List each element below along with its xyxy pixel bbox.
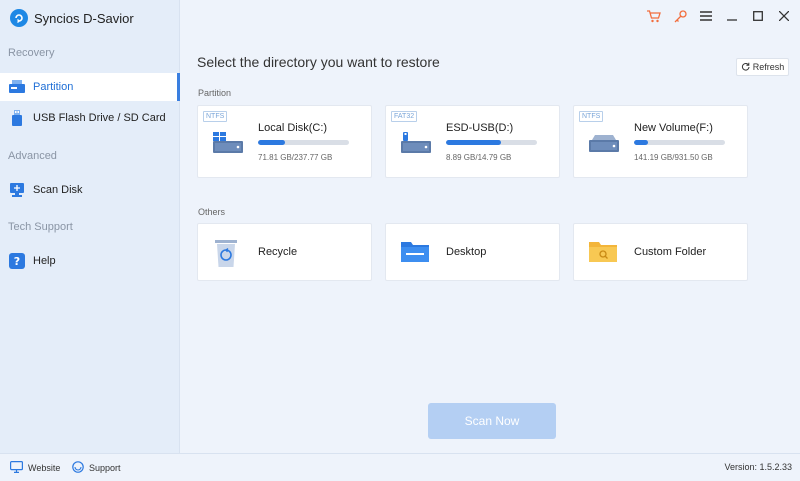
partition-size: 8.89 GB/14.79 GB	[446, 153, 512, 162]
sidebar: Syncios D-Savior Recovery Partition USB …	[0, 0, 180, 453]
refresh-icon	[741, 62, 750, 73]
cart-icon[interactable]	[646, 8, 662, 24]
usage-bar	[258, 140, 349, 145]
help-icon: ?	[9, 253, 25, 269]
windows-drive-icon	[213, 132, 243, 159]
usb-drive-icon	[401, 132, 431, 159]
sidebar-item-label: USB Flash Drive / SD Card	[33, 112, 166, 124]
partition-icon	[9, 79, 25, 95]
page-title: Select the directory you want to restore	[197, 54, 440, 70]
sidebar-item-label: Scan Disk	[33, 184, 83, 196]
support-link[interactable]: Support	[72, 461, 121, 475]
usage-bar-fill	[634, 140, 648, 145]
filesystem-badge: NTFS	[579, 111, 604, 122]
usage-bar-fill	[446, 140, 501, 145]
support-label: Support	[89, 463, 121, 473]
minimize-icon[interactable]	[724, 8, 740, 24]
other-card-desktop[interactable]: Desktop	[385, 223, 560, 281]
filesystem-badge: NTFS	[203, 111, 228, 122]
partition-card-c[interactable]: NTFS Local Disk(C:) 71.81 GB/237.77 GB	[197, 105, 372, 178]
scan-disk-icon	[9, 182, 25, 198]
sidebar-item-partition[interactable]: Partition	[0, 73, 180, 101]
sidebar-item-label: Help	[33, 255, 56, 267]
partition-name: New Volume(F:)	[634, 122, 713, 134]
others-group-label: Others	[198, 207, 226, 217]
other-name: Recycle	[258, 246, 298, 258]
refresh-button[interactable]: Refresh	[736, 58, 789, 76]
support-icon	[72, 461, 84, 475]
partition-name: Local Disk(C:)	[258, 122, 328, 134]
partition-card-d[interactable]: FAT32 ESD-USB(D:) 8.89 GB/14.79 GB	[385, 105, 560, 178]
partition-group-label: Partition	[198, 88, 232, 98]
monitor-icon	[10, 461, 24, 475]
app-title: Syncios D-Savior	[10, 8, 134, 28]
website-label: Website	[28, 463, 61, 473]
scan-now-button[interactable]: Scan Now	[428, 403, 556, 439]
filesystem-badge: FAT32	[391, 111, 418, 122]
version-text: Version: 1.5.2.33	[724, 462, 792, 472]
app-title-text: Syncios D-Savior	[34, 10, 134, 26]
svg-text:?: ?	[14, 255, 20, 268]
recycle-bin-icon	[213, 238, 239, 273]
hard-drive-icon	[589, 132, 619, 159]
partition-size: 71.81 GB/237.77 GB	[258, 153, 333, 162]
other-card-recycle[interactable]: Recycle	[197, 223, 372, 281]
usage-bar-fill	[258, 140, 286, 145]
usage-bar	[446, 140, 537, 145]
section-label-recovery: Recovery	[8, 47, 55, 59]
desktop-folder-icon	[401, 238, 429, 269]
maximize-icon[interactable]	[750, 8, 766, 24]
usage-bar	[634, 140, 725, 145]
sidebar-item-scan-disk[interactable]: Scan Disk	[0, 176, 180, 204]
sidebar-item-label: Partition	[33, 81, 74, 93]
sidebar-item-usb[interactable]: USB Flash Drive / SD Card	[0, 104, 180, 132]
footer: Website Support Version: 1.5.2.33	[0, 453, 800, 481]
window-controls	[646, 8, 792, 24]
sidebar-item-help[interactable]: ? Help	[0, 247, 180, 275]
section-label-tech-support: Tech Support	[8, 221, 73, 233]
partition-size: 141.19 GB/931.50 GB	[634, 153, 713, 162]
other-name: Custom Folder	[634, 246, 707, 258]
partition-name: ESD-USB(D:)	[446, 122, 514, 134]
partition-card-f[interactable]: NTFS New Volume(F:) 141.19 GB/931.50 GB	[573, 105, 748, 178]
other-name: Desktop	[446, 246, 487, 258]
other-card-custom-folder[interactable]: Custom Folder	[573, 223, 748, 281]
menu-icon[interactable]	[698, 8, 714, 24]
website-link[interactable]: Website	[10, 461, 60, 475]
key-icon[interactable]	[672, 8, 688, 24]
refresh-label: Refresh	[752, 62, 785, 72]
app-logo-icon	[10, 9, 28, 27]
custom-folder-icon	[589, 238, 617, 269]
close-icon[interactable]	[776, 8, 792, 24]
usb-icon	[9, 110, 25, 126]
section-label-advanced: Advanced	[8, 150, 57, 162]
